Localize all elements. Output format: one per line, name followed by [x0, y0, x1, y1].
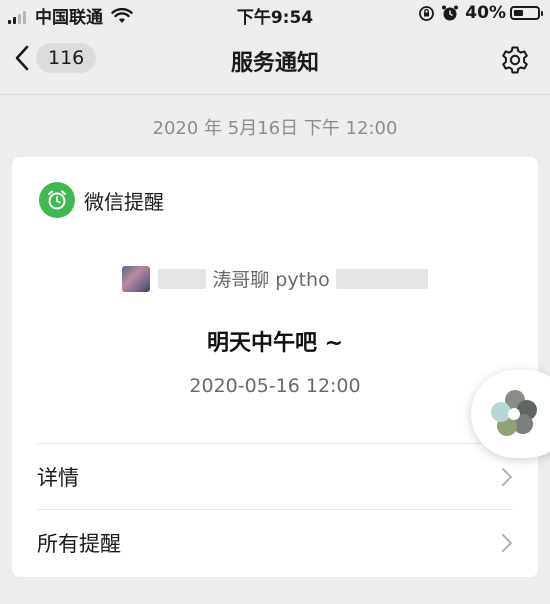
app-name: 微信提醒 — [84, 189, 164, 214]
page-title: 服务通知 — [230, 51, 319, 76]
details-label: 详情 — [37, 466, 79, 490]
chevron-right-icon — [502, 468, 512, 486]
battery-icon — [510, 6, 543, 20]
avatar — [122, 265, 151, 292]
redacted-text — [335, 268, 428, 289]
status-bar: 中国联通 下午9:54 40% — [0, 0, 550, 28]
card-header: 微信提醒 — [39, 182, 164, 218]
message-text: 明天中午吧 ~ — [206, 331, 344, 356]
redacted-text — [158, 268, 207, 289]
sender-name: 涛哥聊 pytho — [212, 269, 330, 291]
details-row[interactable]: 详情 — [37, 443, 513, 510]
gear-icon[interactable] — [500, 45, 530, 75]
alarm-clock-icon — [442, 5, 459, 21]
alarm-clock-icon — [39, 182, 75, 218]
nav-bar: 116 服务通知 — [0, 28, 550, 95]
battery-fill — [514, 10, 523, 16]
floating-window-button[interactable] — [471, 370, 550, 458]
battery-percent: 40% — [465, 3, 506, 23]
all-reminders-label: 所有提醒 — [37, 532, 121, 556]
chevron-right-icon — [502, 534, 512, 552]
notification-card[interactable]: 微信提醒 涛哥聊 pytho 明天中午吧 ~ 2020-05-16 12:00 … — [12, 157, 538, 577]
status-right: 40% — [418, 3, 543, 23]
message-time: 2020-05-16 12:00 — [189, 375, 361, 397]
orientation-lock-icon — [419, 5, 435, 21]
message-timestamp: 2020 年 5月16日 下午 12:00 — [152, 118, 398, 139]
floating-window-icon — [491, 390, 537, 436]
all-reminders-row[interactable]: 所有提醒 — [37, 509, 513, 576]
sender-row: 涛哥聊 pytho — [12, 265, 538, 292]
